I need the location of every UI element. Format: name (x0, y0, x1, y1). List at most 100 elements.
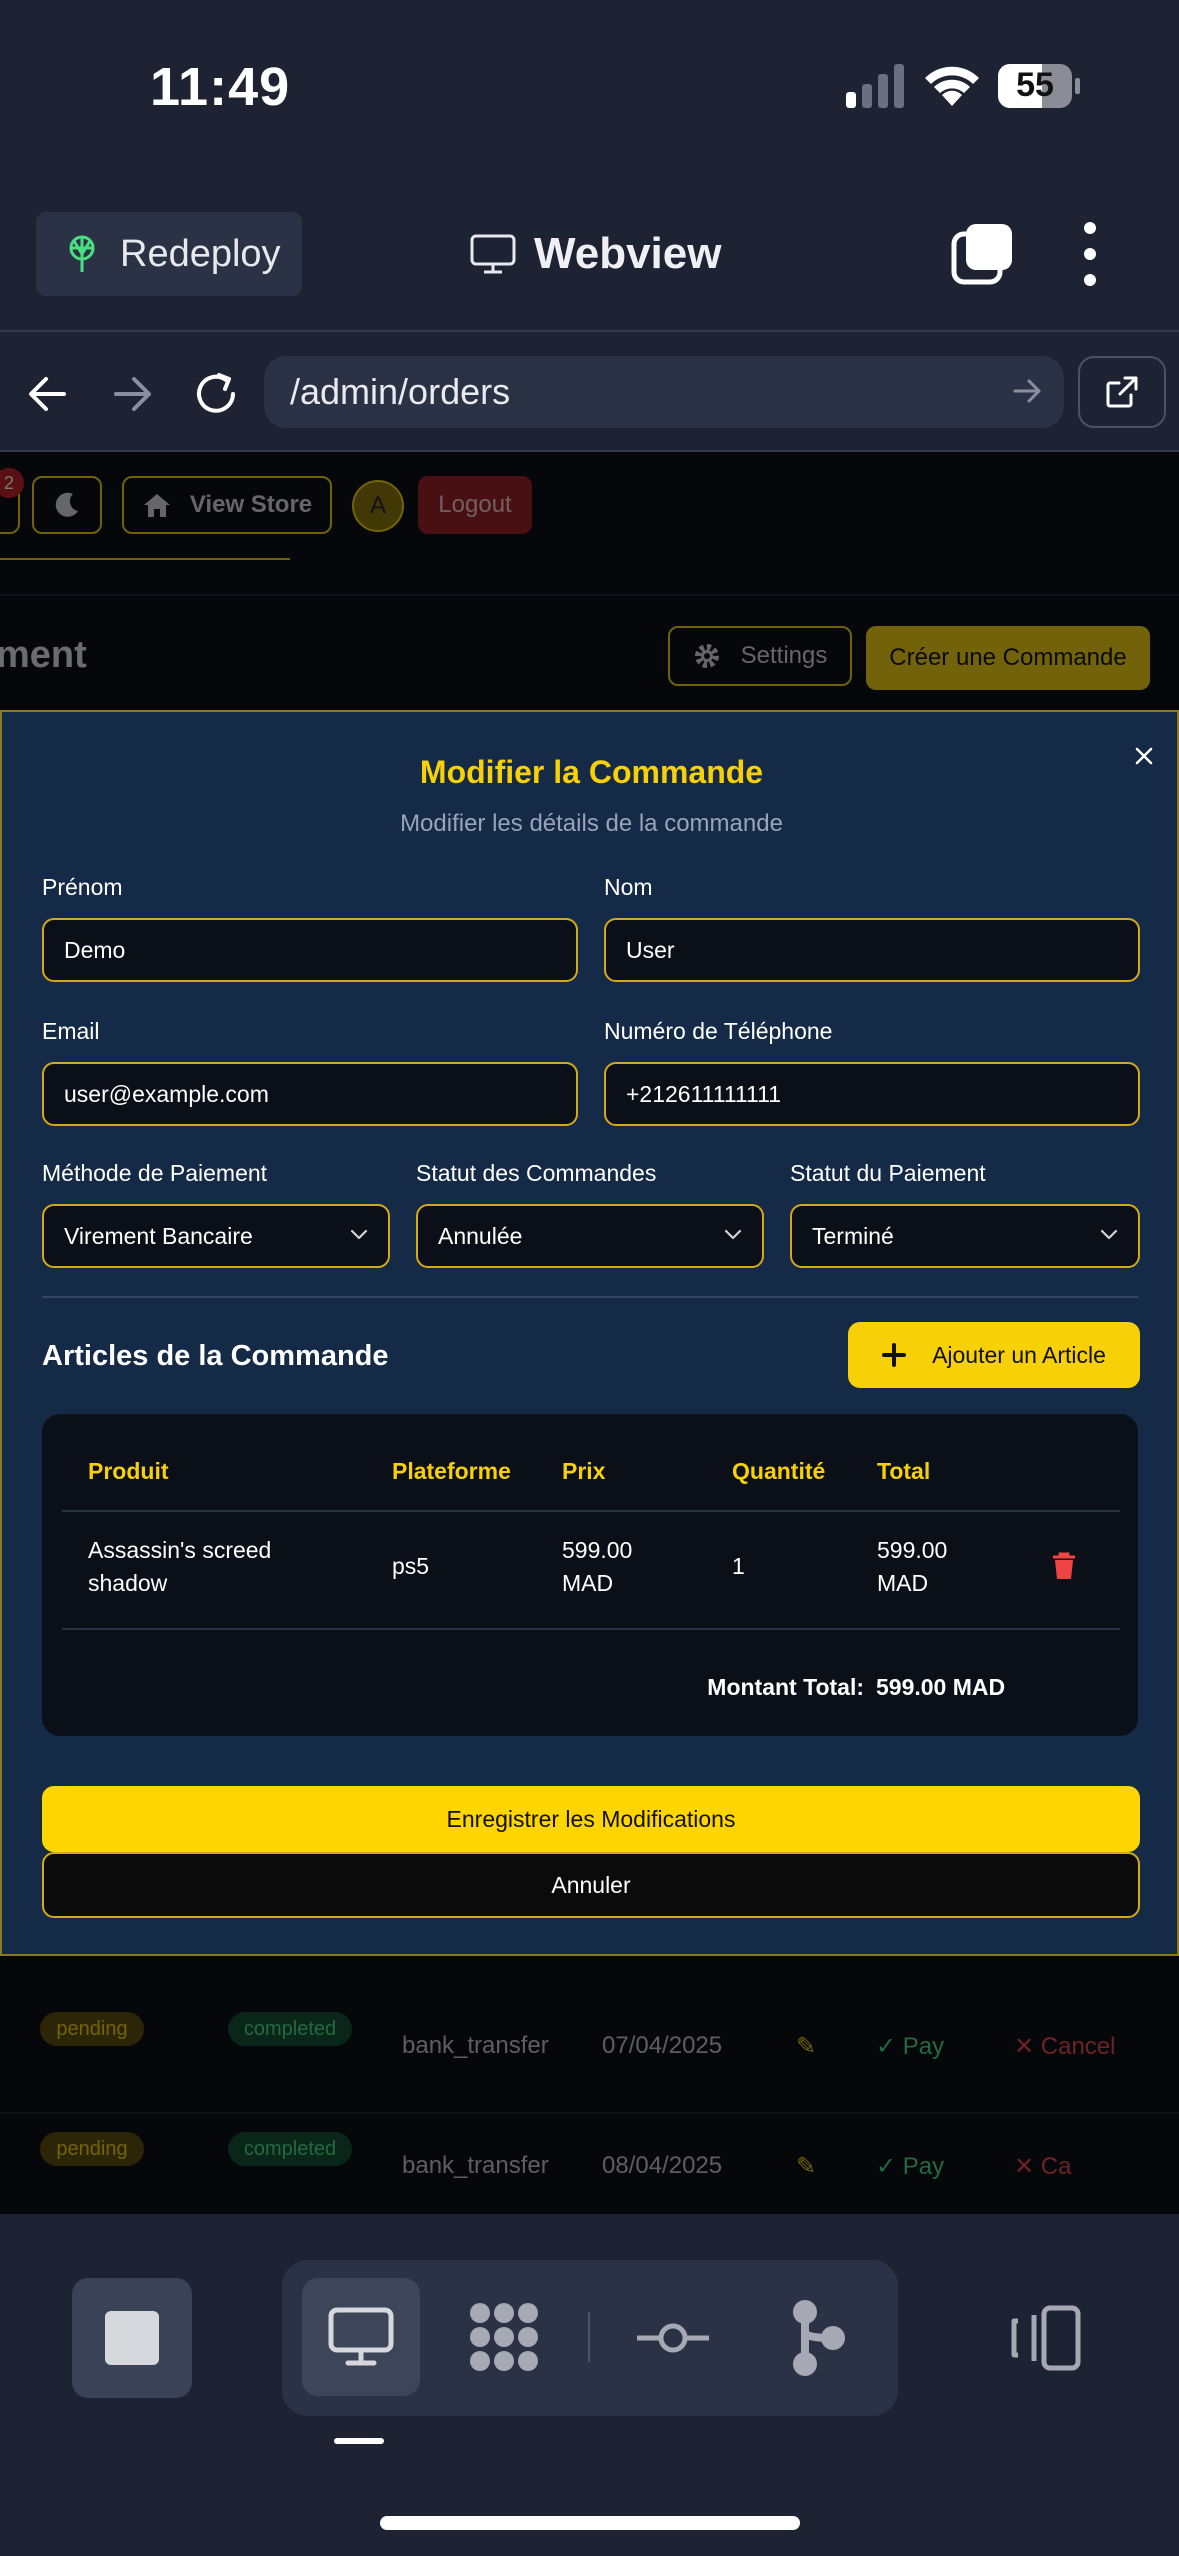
external-link-icon (1106, 376, 1138, 408)
settings-button[interactable]: Settings (668, 626, 852, 686)
back-icon[interactable] (18, 364, 78, 424)
redeploy-button[interactable]: Redeploy (36, 212, 302, 296)
order-date: 08/04/2025 (602, 2152, 723, 2179)
logout-button[interactable]: Logout (418, 476, 532, 534)
order-status-select[interactable]: Annulée (416, 1204, 764, 1268)
notification-badge: 2 (0, 468, 24, 498)
column-header-product: Produit (88, 1458, 169, 1484)
page-title: ment (0, 634, 87, 676)
theme-toggle-button[interactable] (32, 476, 102, 534)
monitor-icon[interactable] (302, 2278, 420, 2396)
reload-icon[interactable] (186, 364, 246, 424)
payment-method: bank_transfer (402, 2152, 549, 2179)
pay-button[interactable]: ✓ Pay (876, 2032, 944, 2061)
signal-icon (846, 64, 904, 108)
plus-icon (882, 1343, 907, 1367)
payment-status-badge: completed (228, 2012, 352, 2046)
edit-order-modal: Modifier la Commande Modifier les détail… (0, 710, 1179, 1956)
webview-label: Webview (534, 229, 722, 278)
branch-icon[interactable] (776, 2290, 862, 2386)
cancel-label: Ca (1040, 2153, 1072, 2180)
phone-label: Numéro de Téléphone (604, 1018, 833, 1044)
divider (42, 1296, 1138, 1298)
table-row: pending completed bank_transfer 08/04/20… (0, 2132, 1179, 2212)
wifi-icon (925, 66, 979, 106)
status-time: 11:49 (150, 57, 291, 117)
price-amount: 599.00 (562, 1537, 633, 1563)
divider (62, 1628, 1120, 1630)
column-header-total: Total (877, 1458, 931, 1484)
forward-icon[interactable] (102, 364, 162, 424)
payment-status-label: Statut du Paiement (790, 1160, 986, 1186)
chevron-down-icon (1100, 1229, 1118, 1240)
webview-title: Webview (470, 222, 721, 286)
home-icon (143, 494, 170, 517)
edit-icon[interactable]: ✎ (796, 2152, 816, 2181)
add-item-label: Ajouter un Article (932, 1341, 1106, 1368)
payment-status-badge: completed (228, 2132, 352, 2166)
last-name-label: Nom (604, 874, 653, 900)
first-name-field[interactable]: Demo (42, 918, 578, 982)
devices-icon[interactable] (1004, 2298, 1088, 2378)
chevron-down-icon (350, 1229, 368, 1240)
trash-icon[interactable] (1052, 1552, 1076, 1580)
payment-method-value: Virement Bancaire (64, 1222, 253, 1249)
phone-field[interactable]: +212611111111 (604, 1062, 1140, 1126)
monitor-icon (470, 234, 516, 274)
payment-status-select[interactable]: Terminé (790, 1204, 1140, 1268)
order-status-value: Annulée (438, 1222, 523, 1249)
pay-label: Pay (902, 2033, 945, 2060)
cancel-button[interactable]: Annuler (42, 1852, 1140, 1918)
total-amount-value: 599.00 MAD (876, 1674, 1006, 1700)
payment-method-select[interactable]: Virement Bancaire (42, 1204, 390, 1268)
payment-status-value: Terminé (812, 1222, 894, 1249)
order-status-label: Statut des Commandes (416, 1160, 657, 1186)
go-icon[interactable] (1012, 376, 1042, 406)
settings-label: Settings (740, 642, 828, 669)
column-header-platform: Plateforme (392, 1458, 511, 1484)
stop-icon[interactable] (72, 2278, 192, 2398)
avatar[interactable]: A (352, 480, 404, 532)
payment-method-label: Méthode de Paiement (42, 1160, 268, 1186)
column-header-price: Prix (562, 1458, 606, 1484)
commit-icon[interactable] (630, 2308, 716, 2368)
order-status-badge: pending (40, 2012, 144, 2046)
total-cell: 599.00 MAD (877, 1534, 947, 1600)
email-label: Email (42, 1018, 100, 1044)
battery-icon: 55 (998, 64, 1082, 108)
product-cell: Assassin's screed shadow (88, 1534, 271, 1600)
modal-title: Modifier la Commande (419, 754, 764, 790)
pay-button[interactable]: ✓ Pay (876, 2152, 944, 2181)
pay-label: Pay (902, 2153, 945, 2180)
last-name-field[interactable]: User (604, 918, 1140, 982)
cancel-order-button[interactable]: ✕ Ca (1014, 2152, 1071, 2181)
email-field[interactable]: user@example.com (42, 1062, 578, 1126)
url-input[interactable]: /admin/orders (264, 356, 1064, 428)
edit-icon[interactable]: ✎ (796, 2032, 816, 2061)
external-link-button[interactable] (1078, 356, 1166, 428)
order-status-badge: pending (40, 2132, 144, 2166)
view-store-label: View Store (189, 491, 313, 518)
product-name-line: Assassin's screed (88, 1537, 272, 1563)
chevron-down-icon (724, 1229, 742, 1240)
view-store-button[interactable]: View Store (122, 476, 332, 534)
home-indicator[interactable] (380, 2516, 800, 2530)
url-text: /admin/orders (290, 371, 511, 412)
total-amount-label: Montant Total: (707, 1674, 864, 1700)
divider (62, 1510, 1120, 1512)
price-currency: MAD (562, 1570, 614, 1596)
cancel-order-button[interactable]: ✕ Cancel (1014, 2032, 1116, 2061)
create-order-button[interactable]: Créer une Commande (866, 626, 1150, 690)
order-items-table: Produit Plateforme Prix Quantité Total A… (42, 1414, 1138, 1736)
product-name-line: shadow (88, 1570, 168, 1596)
price-cell: 599.00 MAD (562, 1534, 632, 1600)
save-changes-button[interactable]: Enregistrer les Modifications (42, 1786, 1140, 1852)
more-icon[interactable] (1070, 222, 1110, 286)
moon-icon (55, 492, 78, 517)
gear-icon (694, 644, 719, 668)
tabs-icon[interactable] (950, 222, 1014, 286)
add-item-button[interactable]: Ajouter un Article (848, 1322, 1140, 1388)
modal-subtitle: Modifier les détails de la commande (400, 810, 783, 837)
close-icon[interactable] (1126, 738, 1162, 774)
grid-icon[interactable] (462, 2292, 546, 2382)
